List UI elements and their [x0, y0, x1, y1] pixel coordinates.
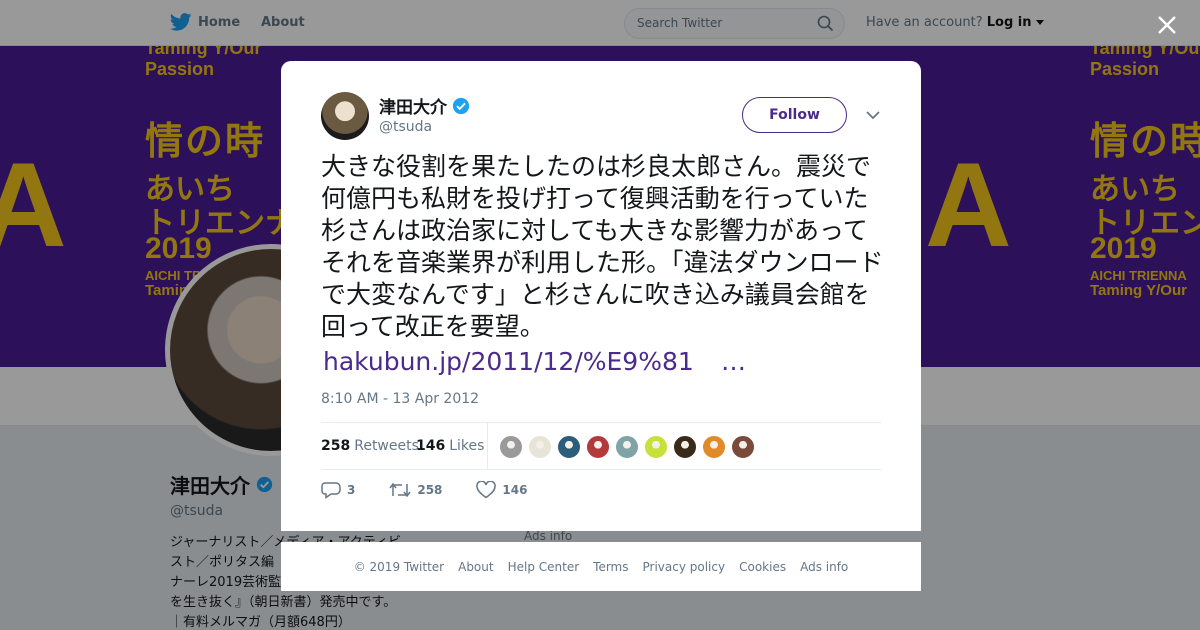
retweet-count: 258 — [417, 483, 443, 497]
stats-divider — [487, 423, 488, 469]
footer-link[interactable]: Ads info — [800, 560, 848, 574]
retweet-button[interactable]: 258 — [389, 482, 442, 498]
liker-avatar[interactable] — [528, 435, 552, 459]
tweet-timestamp[interactable]: 8:10 AM - 13 Apr 2012 — [321, 391, 479, 407]
heart-icon — [476, 481, 497, 499]
retweets-label: Retweets — [354, 438, 419, 454]
tweet-text: 大きな役割を果たしたのは杉良太郎さん。震災で何億円も私財を投げ打って復興活動を行… — [321, 152, 884, 341]
liker-avatar[interactable] — [615, 435, 639, 459]
liker-avatar[interactable] — [644, 435, 668, 459]
tweet-stats: 258 Retweets 146 Likes — [321, 422, 881, 470]
author-avatar[interactable] — [321, 92, 369, 140]
author-handle[interactable]: @tsuda — [379, 119, 432, 135]
liker-avatar[interactable] — [499, 435, 523, 459]
modal-footer: © 2019 Twitter About Help Center Terms Priva… — [281, 542, 921, 591]
like-count: 146 — [502, 483, 528, 497]
footer-link[interactable]: About — [458, 560, 493, 574]
liker-avatar[interactable] — [557, 435, 581, 459]
retweet-icon — [389, 482, 411, 498]
reply-count: 3 — [347, 483, 356, 497]
author-name: 津田大介 — [379, 98, 447, 118]
chevron-down-icon[interactable] — [865, 107, 881, 123]
tweet-permalink-modal: 津田大介 @tsuda Follow 大きな役割を果たしたのは杉良太郎さん。震災… — [281, 61, 921, 531]
retweets-count: 258 — [321, 438, 351, 454]
retweets-stat[interactable]: 258 Retweets — [321, 438, 419, 454]
tweet-actions: 3 258 146 — [321, 481, 561, 499]
author-name-row[interactable]: 津田大介 — [379, 93, 470, 118]
reply-icon — [321, 482, 341, 499]
liker-avatar[interactable] — [702, 435, 726, 459]
follow-button[interactable]: Follow — [742, 97, 847, 133]
liker-avatars — [499, 435, 755, 459]
reply-button[interactable]: 3 — [321, 481, 355, 499]
liker-avatar[interactable] — [731, 435, 755, 459]
liker-avatar[interactable] — [673, 435, 697, 459]
close-icon[interactable] — [1155, 13, 1179, 37]
liker-avatar[interactable] — [586, 435, 610, 459]
like-button[interactable]: 146 — [476, 481, 527, 499]
likes-count: 146 — [416, 438, 446, 454]
verified-badge-icon — [452, 97, 470, 114]
footer-link[interactable]: Cookies — [739, 560, 786, 574]
footer-link[interactable]: Help Center — [508, 560, 580, 574]
likes-label: Likes — [449, 438, 485, 454]
likes-stat[interactable]: 146 Likes — [416, 438, 484, 454]
footer-link[interactable]: Terms — [593, 560, 628, 574]
tweet-link[interactable]: hakubun.jp/2011/12/%E9%81 — [323, 346, 694, 378]
footer-link[interactable]: Privacy policy — [643, 560, 726, 574]
tweet-link-ellipsis[interactable]: … — [721, 346, 746, 378]
footer-link: © 2019 Twitter — [353, 559, 445, 574]
